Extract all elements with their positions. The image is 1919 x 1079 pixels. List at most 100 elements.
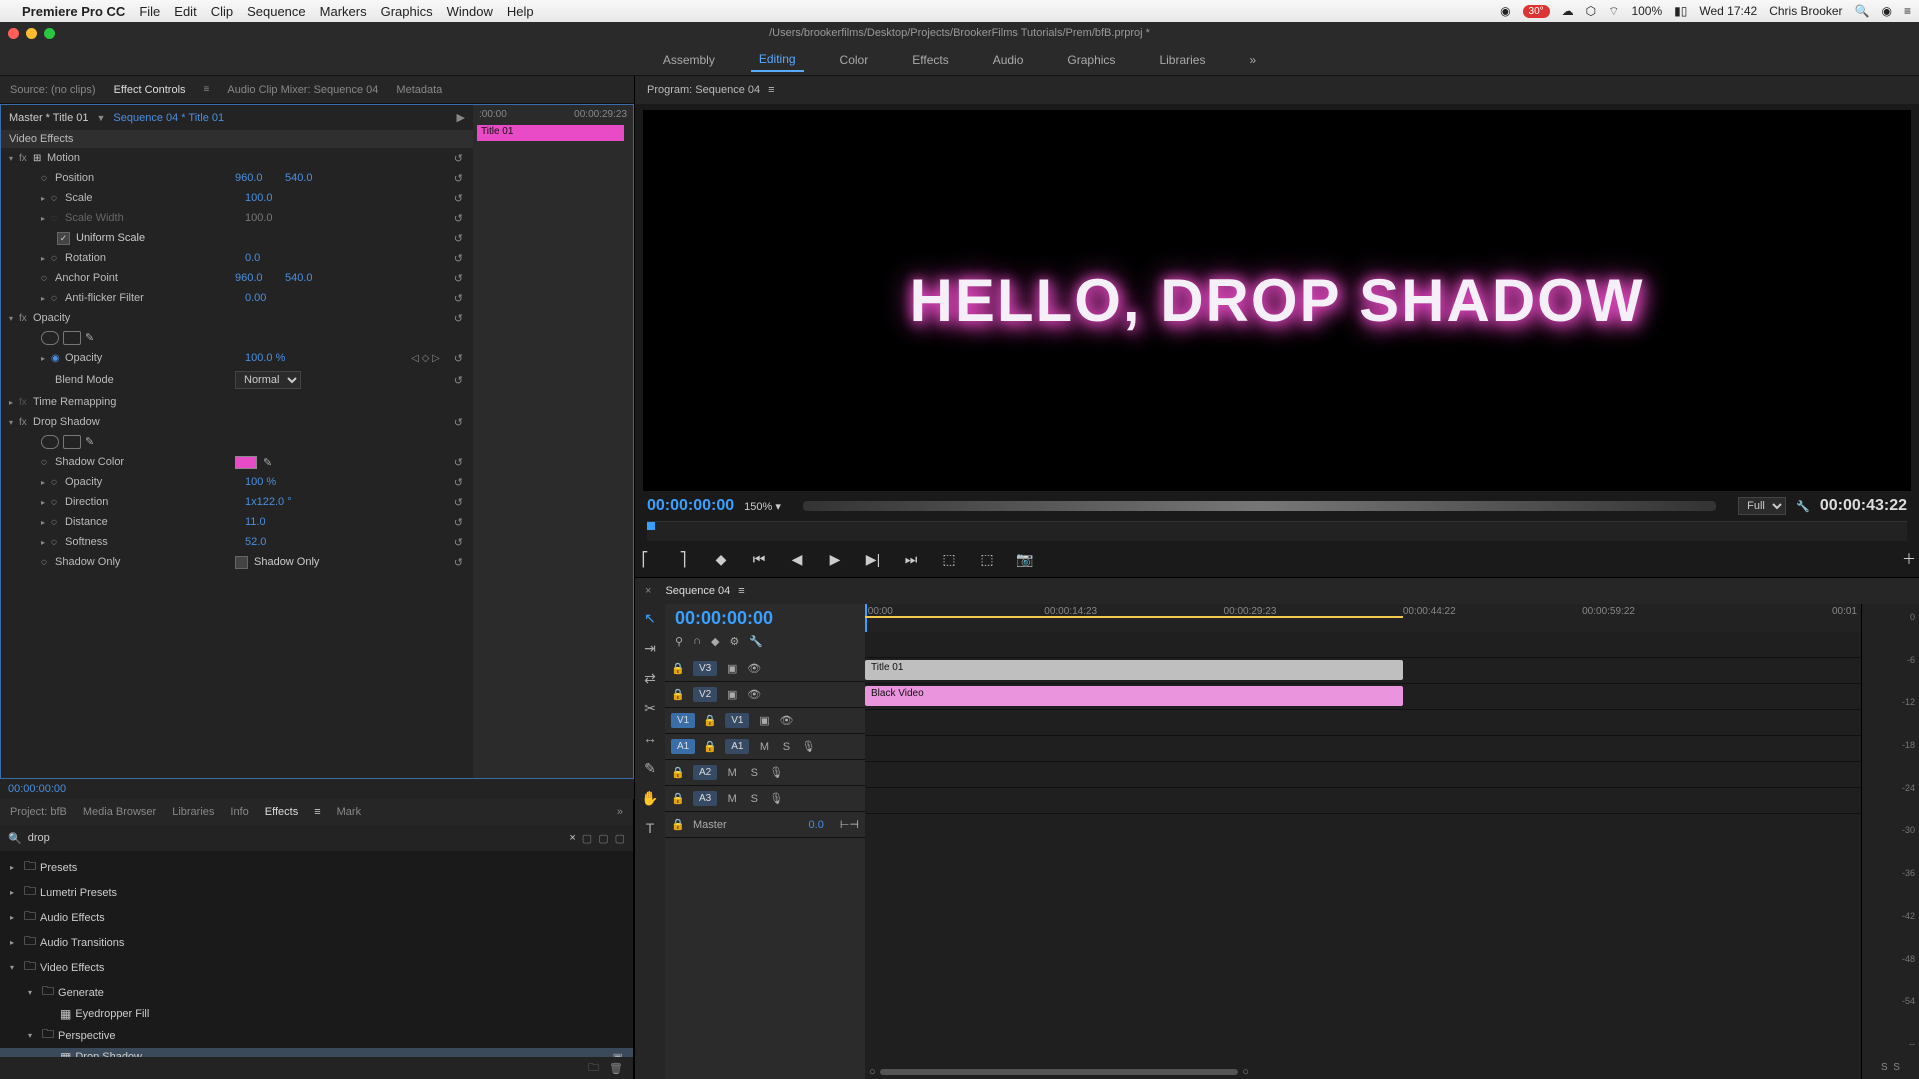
go-to-in-icon[interactable]: ⏮ xyxy=(749,549,769,569)
ec-antiflicker-row[interactable]: ▸◌Anti-flicker Filter 0.00 ↺ xyxy=(1,288,473,308)
mask-rect-icon[interactable] xyxy=(63,331,81,345)
direction-value[interactable]: 1x122.0 ° xyxy=(245,496,295,508)
wifi-icon[interactable]: ⌔ xyxy=(1608,4,1619,19)
reset-icon[interactable]: ↺ xyxy=(454,272,463,285)
ripple-tool-icon[interactable]: ⇄ xyxy=(641,670,659,688)
uniform-scale-checkbox[interactable]: ✓ xyxy=(57,232,70,245)
position-y[interactable]: 540.0 xyxy=(285,172,335,184)
tree-perspective[interactable]: ▾🗀Perspective xyxy=(0,1023,633,1048)
tab-project[interactable]: Project: bfB xyxy=(10,806,67,818)
rotation-value[interactable]: 0.0 xyxy=(245,252,295,264)
slip-tool-icon[interactable]: ↔ xyxy=(641,730,659,748)
track-head-v1[interactable]: V1🔒V1▣👁 xyxy=(665,708,865,734)
clear-search-icon[interactable]: × xyxy=(569,832,575,844)
tabs-overflow-icon[interactable]: » xyxy=(617,806,623,818)
mark-in-icon[interactable]: ⎡ xyxy=(635,549,655,569)
clip-black-video[interactable]: Black Video xyxy=(865,686,1403,706)
ec-master-crumb[interactable]: Master * Title 01 xyxy=(9,112,88,124)
play-icon[interactable]: ▶ xyxy=(825,549,845,569)
program-monitor[interactable]: HELLO, DROP SHADOW xyxy=(643,110,1911,491)
mask-ellipse-icon[interactable] xyxy=(41,435,59,449)
workspace-editing[interactable]: Editing xyxy=(751,48,804,72)
user-name[interactable]: Chris Brooker xyxy=(1769,4,1842,18)
ec-distance-row[interactable]: ▸◌Distance 11.0 ↺ xyxy=(1,512,473,532)
program-playhead[interactable] xyxy=(647,522,655,530)
ec-anchor-row[interactable]: ◌Anchor Point 960.0 540.0 ↺ xyxy=(1,268,473,288)
ds-opacity-value[interactable]: 100 % xyxy=(245,476,295,488)
ec-shadow-only-row[interactable]: ◌Shadow Only Shadow Only ↺ xyxy=(1,552,473,572)
solo-right-icon[interactable]: S xyxy=(1893,1062,1900,1073)
track-a3[interactable] xyxy=(865,762,1861,788)
tab-source[interactable]: Source: (no clips) xyxy=(10,84,96,96)
marker-icon[interactable]: ◆ xyxy=(711,635,719,648)
snap-icon[interactable]: ⚲ xyxy=(675,635,683,648)
filter-icon[interactable]: ▢ xyxy=(598,832,608,845)
new-bin-icon[interactable]: 🗀 xyxy=(588,1059,599,1078)
panel-menu-icon[interactable]: ≡ xyxy=(314,806,320,818)
mask-pen-icon[interactable]: ✎ xyxy=(85,435,103,449)
ec-ds-masks[interactable]: ✎ xyxy=(1,432,473,452)
tree-drop-shadow[interactable]: ▦Drop Shadow▣ xyxy=(0,1048,633,1057)
tab-program[interactable]: Program: Sequence 04 xyxy=(647,84,760,96)
chevron-down-icon[interactable]: ▼ xyxy=(96,113,105,123)
filter-icon[interactable]: ▢ xyxy=(582,832,592,845)
mask-rect-icon[interactable] xyxy=(63,435,81,449)
tree-generate[interactable]: ▾🗀Generate xyxy=(0,980,633,1005)
track-a2[interactable] xyxy=(865,736,1861,762)
ec-mini-timeline-clip[interactable]: Title 01 xyxy=(477,125,624,141)
reset-icon[interactable]: ↺ xyxy=(454,212,463,225)
ec-timeline-playhead-icon[interactable]: ▶ xyxy=(457,111,465,124)
solo-left-icon[interactable]: S xyxy=(1881,1062,1888,1073)
ec-opacity-masks[interactable]: ✎ xyxy=(1,328,473,348)
minimize-window-icon[interactable] xyxy=(26,28,37,39)
reset-icon[interactable]: ↺ xyxy=(454,476,463,489)
tab-media-browser[interactable]: Media Browser xyxy=(83,806,156,818)
tree-audio-transitions[interactable]: ▸🗀Audio Transitions xyxy=(0,930,633,955)
reset-icon[interactable]: ↺ xyxy=(454,374,463,387)
track-v2[interactable]: Title 01 xyxy=(865,658,1861,684)
position-x[interactable]: 960.0 xyxy=(235,172,285,184)
spotlight-icon[interactable]: 🔍 xyxy=(1855,4,1870,18)
step-forward-icon[interactable]: ▶| xyxy=(863,549,883,569)
track-head-v2[interactable]: 🔒V2▣👁 xyxy=(665,682,865,708)
reset-icon[interactable]: ↺ xyxy=(454,292,463,305)
ec-scale-row[interactable]: ▸◌Scale 100.0 ↺ xyxy=(1,188,473,208)
reset-icon[interactable]: ↺ xyxy=(454,172,463,185)
cloud-icon[interactable]: ☁︎ xyxy=(1562,4,1574,18)
track-head-a1[interactable]: A1🔒A1MS🎙 xyxy=(665,734,865,760)
workspace-graphics[interactable]: Graphics xyxy=(1059,49,1123,71)
pen-tool-icon[interactable]: ✎ xyxy=(641,760,659,778)
shadow-only-checkbox[interactable] xyxy=(235,556,248,569)
ec-shadow-color-row[interactable]: ◌Shadow Color ✎ ↺ xyxy=(1,452,473,472)
workspace-audio[interactable]: Audio xyxy=(985,49,1032,71)
add-marker-icon[interactable]: ◆ xyxy=(711,549,731,569)
linked-selection-icon[interactable]: ∩ xyxy=(693,635,701,648)
track-select-tool-icon[interactable]: ⇥ xyxy=(641,640,659,658)
notification-center-icon[interactable]: ≡ xyxy=(1904,4,1911,18)
menu-markers[interactable]: Markers xyxy=(320,4,367,19)
lift-icon[interactable]: ⬚ xyxy=(939,549,959,569)
program-zoom[interactable]: 150% ▾ xyxy=(744,500,781,513)
zoom-window-icon[interactable] xyxy=(44,28,55,39)
trash-icon[interactable]: 🗑 xyxy=(609,1062,623,1075)
tree-presets[interactable]: ▸🗀Presets xyxy=(0,855,633,880)
tree-lumetri[interactable]: ▸🗀Lumetri Presets xyxy=(0,880,633,905)
program-quality-select[interactable]: Full xyxy=(1738,497,1786,515)
tab-mark[interactable]: Mark xyxy=(337,806,361,818)
go-to-out-icon[interactable]: ⏭ xyxy=(901,549,921,569)
reset-icon[interactable]: ↺ xyxy=(454,456,463,469)
tab-audio-mixer[interactable]: Audio Clip Mixer: Sequence 04 xyxy=(227,84,378,96)
button-editor-icon[interactable]: ＋ xyxy=(1899,549,1919,569)
ec-position-row[interactable]: ◌Position 960.0 540.0 ↺ xyxy=(1,168,473,188)
track-head-master[interactable]: 🔒Master0.0⊢⊣ xyxy=(665,812,865,838)
tree-eyedropper-fill[interactable]: ▦Eyedropper Fill xyxy=(0,1005,633,1023)
panel-menu-icon[interactable]: ≡ xyxy=(204,84,210,95)
wrench-icon[interactable]: 🔧 xyxy=(749,635,763,648)
dropbox-icon[interactable]: ⬡ xyxy=(1586,4,1596,18)
tab-effect-controls[interactable]: Effect Controls xyxy=(114,84,186,96)
mark-out-icon[interactable]: ⎤ xyxy=(673,549,693,569)
ec-motion[interactable]: ▾fx⊞ Motion ↺ xyxy=(1,148,473,168)
scale-value[interactable]: 100.0 xyxy=(245,192,295,204)
distance-value[interactable]: 11.0 xyxy=(245,516,295,528)
timeline-tracks-area[interactable]: :00:00 00:00:14:23 00:00:29:23 00:00:44:… xyxy=(865,604,1861,1079)
